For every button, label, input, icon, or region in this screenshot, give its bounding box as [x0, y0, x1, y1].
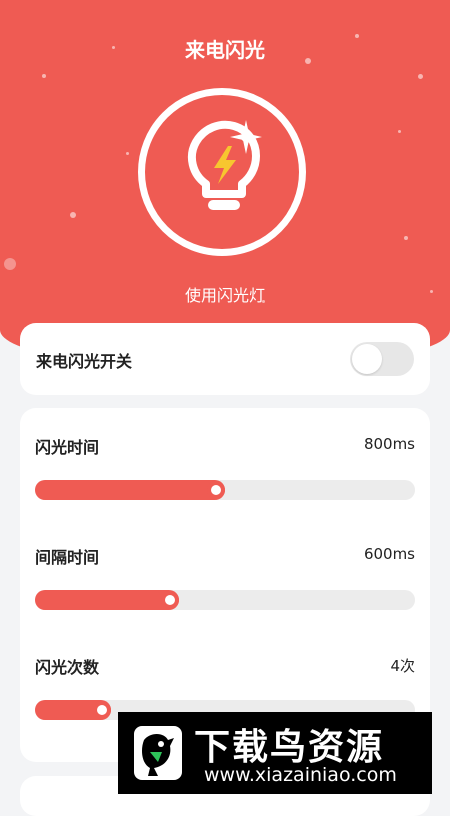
flash-time-slider[interactable]	[35, 480, 415, 500]
flash-switch-toggle[interactable]	[350, 342, 414, 376]
flashlight-bulb-icon	[184, 116, 274, 226]
decor-dot	[418, 74, 423, 79]
page-title: 来电闪光	[185, 38, 265, 62]
site-watermark: 下载鸟资源 www.xiazainiao.com	[118, 712, 432, 794]
header-banner: 来电闪光 使用闪光灯	[0, 0, 450, 370]
flash-count-value: 4次	[390, 657, 415, 675]
lightning-bolt-icon	[214, 146, 236, 184]
flash-time-label: 闪光时间	[35, 438, 100, 457]
decor-dot	[42, 74, 46, 78]
interval-time-slider[interactable]	[35, 590, 415, 610]
interval-time-value: 600ms	[363, 545, 415, 563]
flash-switch-label: 来电闪光开关	[36, 352, 133, 371]
flash-time-value: 800ms	[363, 435, 415, 453]
bird-logo-icon	[134, 726, 182, 780]
flash-time-slider-thumb[interactable]	[207, 481, 225, 499]
flash-switch-card: 来电闪光开关	[20, 323, 430, 395]
use-flash-label: 使用闪光灯	[184, 286, 265, 305]
decor-dot	[404, 236, 408, 240]
flash-time-slider-fill	[35, 480, 225, 500]
interval-time-slider-fill	[35, 590, 179, 610]
decor-dot	[398, 130, 401, 133]
decor-dot	[4, 258, 16, 270]
decor-dot	[70, 212, 76, 218]
decor-dot	[126, 152, 129, 155]
interval-time-label: 间隔时间	[35, 548, 100, 567]
flash-settings-card: 闪光时间 800ms 间隔时间 600ms 闪光次数 4次	[20, 408, 430, 762]
watermark-url: www.xiazainiao.com	[204, 764, 397, 786]
flash-count-slider-thumb[interactable]	[93, 701, 111, 719]
watermark-name: 下载鸟资源	[194, 727, 385, 768]
flash-count-label: 闪光次数	[35, 658, 100, 677]
interval-time-slider-thumb[interactable]	[161, 591, 179, 609]
toggle-knob	[352, 344, 382, 374]
